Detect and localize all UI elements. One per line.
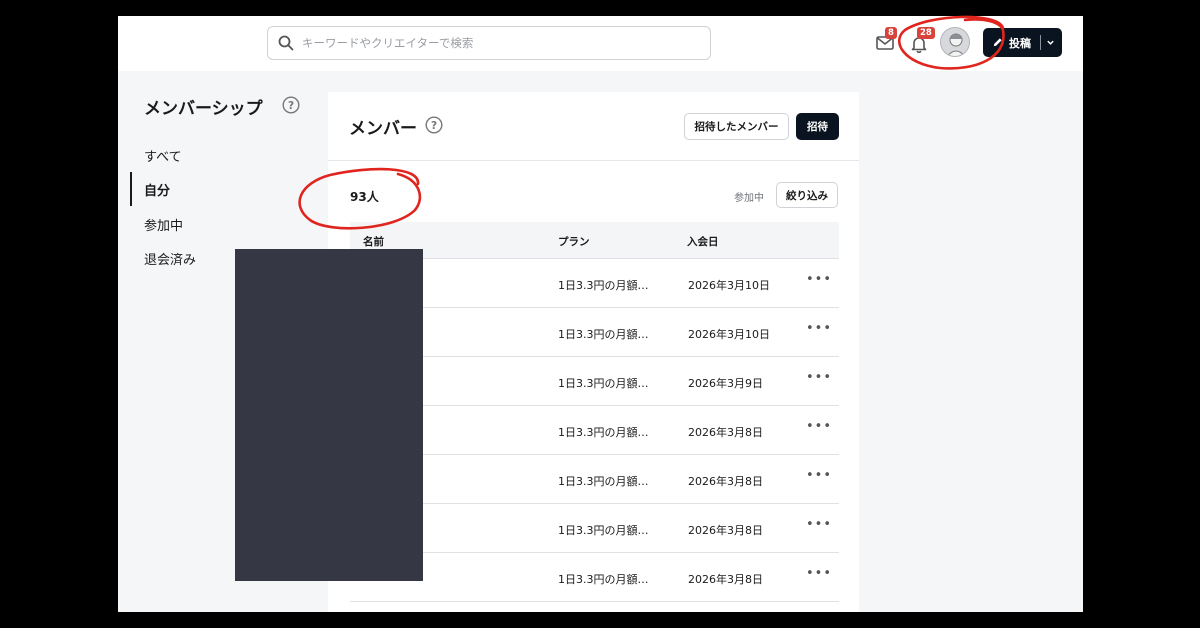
filter-button[interactable]: 絞り込み <box>776 182 838 208</box>
member-count: 93人 <box>350 190 379 204</box>
more-icon[interactable]: ••• <box>806 517 832 532</box>
help-icon[interactable]: ? <box>282 96 300 114</box>
joined-date-cell: 2026年3月8日 <box>688 524 763 537</box>
avatar[interactable] <box>940 27 970 57</box>
notification-badge: 28 <box>917 27 935 39</box>
table-row[interactable]: 1日3.3円の月額… 2026年3月9日 ••• <box>350 357 839 406</box>
more-icon[interactable]: ••• <box>806 321 832 336</box>
sidebar-item-mine[interactable]: 自分 <box>144 180 170 199</box>
joined-date-cell: 2026年3月8日 <box>688 475 763 488</box>
more-icon[interactable]: ••• <box>806 419 832 434</box>
table-row[interactable]: 1日3.3円の月額… 2026年3月8日 ••• <box>350 553 839 602</box>
joined-date-cell: 2026年3月8日 <box>688 573 763 586</box>
column-header-plan: プラン <box>558 236 590 248</box>
sidebar-item-all[interactable]: すべて <box>144 146 182 165</box>
more-icon[interactable]: ••• <box>806 370 832 385</box>
notification-button[interactable]: 28 <box>907 27 935 55</box>
joined-date-cell: 2026年3月8日 <box>688 426 763 439</box>
sidebar-item-joined[interactable]: 参加中 <box>144 215 183 234</box>
status-filter-label: 参加中 <box>734 193 764 204</box>
table-row[interactable]: 1日3.3円の月額… 2026年3月10日 ••• <box>350 308 839 357</box>
plan-cell: 1日3.3円の月額… <box>558 426 649 439</box>
mail-button[interactable]: 8 <box>873 27 897 55</box>
plan-cell: 1日3.3円の月額… <box>558 279 649 292</box>
invited-members-button[interactable]: 招待したメンバー <box>684 113 789 140</box>
name-redaction <box>235 249 423 581</box>
plan-cell: 1日3.3円の月額… <box>558 475 649 488</box>
svg-text:?: ? <box>288 100 294 112</box>
top-bar: 8 28 投稿 <box>118 16 1083 71</box>
chevron-down-icon[interactable] <box>1046 38 1055 47</box>
svg-text:?: ? <box>431 120 437 132</box>
table-row[interactable]: 1日3.3円の月額… 2026年3月8日 ••• <box>350 455 839 504</box>
avatar-image <box>941 28 969 56</box>
table-header: 名前 プラン 入会日 <box>350 222 839 259</box>
search-box[interactable] <box>267 26 711 60</box>
help-icon[interactable]: ? <box>425 116 443 134</box>
table-row[interactable]: 1日3.3円の月額… 2026年3月10日 ••• <box>350 259 839 308</box>
joined-date-cell: 2026年3月10日 <box>688 328 770 341</box>
post-button[interactable]: 投稿 <box>983 28 1062 57</box>
table-row[interactable]: 1日3.3円の月額… 2026年3月8日 ••• <box>350 406 839 455</box>
table-row[interactable]: 1日3.3円の月額… 2026年3月8日 ••• <box>350 504 839 553</box>
plan-cell: 1日3.3円の月額… <box>558 328 649 341</box>
search-input[interactable] <box>302 36 692 50</box>
plan-cell: 1日3.3円の月額… <box>558 377 649 390</box>
post-button-label: 投稿 <box>1009 36 1031 50</box>
post-button-divider <box>1040 35 1041 50</box>
mail-badge: 8 <box>885 27 897 39</box>
sidebar-active-indicator <box>130 172 132 206</box>
divider <box>328 160 859 161</box>
more-icon[interactable]: ••• <box>806 468 832 483</box>
joined-date-cell: 2026年3月10日 <box>688 279 770 292</box>
more-icon[interactable]: ••• <box>806 272 832 287</box>
page-title: メンバー <box>349 119 417 139</box>
plan-cell: 1日3.3円の月額… <box>558 524 649 537</box>
plan-cell: 1日3.3円の月額… <box>558 573 649 586</box>
joined-date-cell: 2026年3月9日 <box>688 377 763 390</box>
sidebar-item-left[interactable]: 退会済み <box>144 249 196 268</box>
column-header-name: 名前 <box>363 236 384 248</box>
search-icon <box>278 35 294 51</box>
more-icon[interactable]: ••• <box>806 566 832 581</box>
sidebar-title: メンバーシップ <box>144 99 263 119</box>
pen-icon <box>993 38 1002 47</box>
column-header-joined: 入会日 <box>687 236 719 248</box>
invite-button[interactable]: 招待 <box>796 113 839 140</box>
